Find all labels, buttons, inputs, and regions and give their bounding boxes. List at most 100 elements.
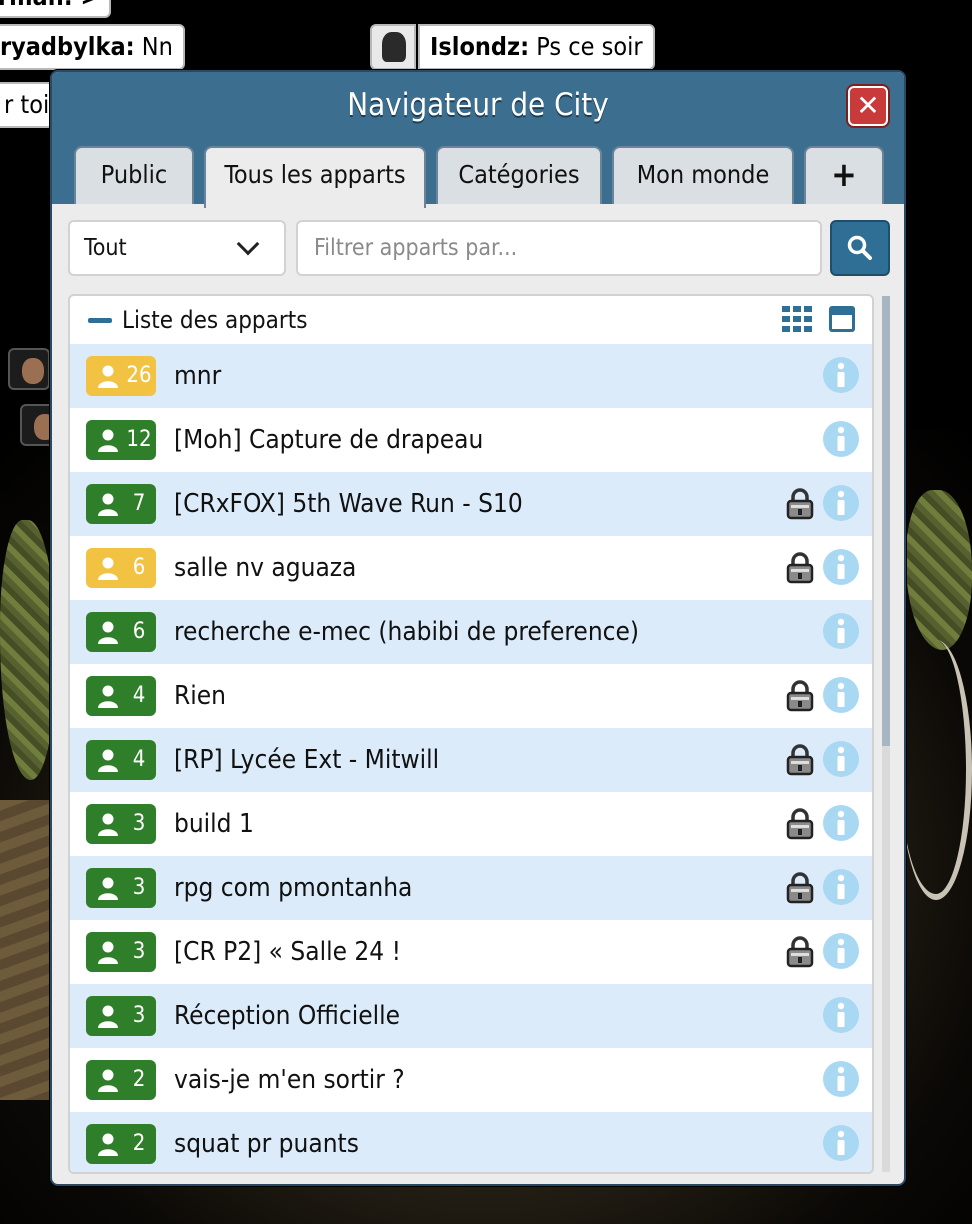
tab-all-rooms[interactable]: Tous les apparts (204, 146, 426, 208)
user-icon (98, 493, 118, 516)
search-icon (847, 235, 872, 260)
tab-add[interactable]: + (804, 146, 884, 204)
user-icon (98, 1005, 118, 1028)
info-icon[interactable] (822, 548, 860, 586)
room-row[interactable]: 12 [Moh] Capture de drapeau (70, 408, 872, 472)
room-name[interactable]: salle nv aguaza (174, 536, 356, 600)
window-header[interactable]: Navigateur de City ✕ Public Tous les app… (52, 72, 904, 208)
search-input[interactable] (296, 220, 822, 276)
lock-icon (786, 936, 814, 968)
user-count-badge: 2 (86, 1060, 156, 1100)
info-icon[interactable] (822, 932, 860, 970)
chat-username[interactable]: ryadbylka: (0, 32, 135, 61)
user-count-badge: 4 (86, 676, 156, 716)
avatar[interactable] (8, 348, 50, 390)
tab-my-world[interactable]: Mon monde (612, 146, 794, 204)
user-count: 26 (126, 363, 152, 388)
search-button[interactable] (830, 220, 890, 276)
filter-dropdown[interactable]: Tout (68, 220, 286, 276)
user-icon (98, 1133, 118, 1156)
info-icon[interactable] (822, 1060, 860, 1098)
info-icon[interactable] (822, 996, 860, 1034)
info-icon[interactable] (822, 804, 860, 842)
room-row[interactable]: 4 Rien (70, 664, 872, 728)
room-name[interactable]: Réception Officielle (174, 984, 400, 1048)
collapse-icon[interactable] (88, 318, 112, 323)
lock-icon (786, 744, 814, 776)
user-count: 3 (132, 875, 146, 900)
user-icon (98, 941, 118, 964)
chat-message: r toi (4, 90, 50, 119)
info-icon[interactable] (822, 356, 860, 394)
user-count: 7 (132, 491, 146, 516)
list-header: Liste des apparts (70, 296, 872, 344)
chat-bubble: ryadbylka: Nn (0, 24, 185, 70)
chat-message: Ps ce soir (536, 32, 643, 61)
chat-username[interactable]: Islondz: (430, 32, 529, 61)
info-icon[interactable] (822, 868, 860, 906)
room-name[interactable]: [CR P2] « Salle 24 ! (174, 920, 401, 984)
user-icon (98, 429, 118, 452)
user-icon (98, 1069, 118, 1092)
info-icon[interactable] (822, 676, 860, 714)
room-name[interactable]: rpg com pmontanha (174, 856, 412, 920)
room-row[interactable]: 3 [CR P2] « Salle 24 ! (70, 920, 872, 984)
lock-icon (786, 680, 814, 712)
tab-categories[interactable]: Catégories (436, 146, 602, 204)
close-button[interactable]: ✕ (848, 86, 888, 126)
user-count-badge: 3 (86, 932, 156, 972)
room-name[interactable]: Rien (174, 664, 226, 728)
user-icon (98, 557, 118, 580)
room-row[interactable]: 2 vais-je m'en sortir ? (70, 1048, 872, 1112)
room-name[interactable]: build 1 (174, 792, 254, 856)
room-name[interactable]: mnr (174, 344, 221, 408)
user-count-badge: 3 (86, 996, 156, 1036)
info-icon[interactable] (822, 1124, 860, 1162)
user-count-badge: 3 (86, 868, 156, 908)
room-name[interactable]: [CRxFOX] 5th Wave Run - S10 (174, 472, 523, 536)
room-name[interactable]: recherche e-mec (habibi de preference) (174, 600, 639, 664)
room-row[interactable]: 6 salle nv aguaza (70, 536, 872, 600)
user-count-badge: 12 (86, 420, 156, 460)
info-icon[interactable] (822, 420, 860, 458)
grid-view-icon[interactable] (782, 306, 812, 332)
user-icon (98, 813, 118, 836)
room-rim (900, 640, 972, 900)
list-title: Liste des apparts (122, 306, 308, 334)
filter-selected-value: Tout (84, 235, 127, 261)
user-icon (98, 749, 118, 772)
chat-message: Nn (141, 32, 173, 61)
user-count: 6 (132, 619, 146, 644)
scrollbar[interactable] (882, 296, 890, 1172)
room-row[interactable]: 7 [CRxFOX] 5th Wave Run - S10 (70, 472, 872, 536)
room-row[interactable]: 6 recherche e-mec (habibi de preference) (70, 600, 872, 664)
room-name[interactable]: squat pr puants (174, 1112, 359, 1172)
info-icon[interactable] (822, 740, 860, 778)
lock-icon (786, 488, 814, 520)
user-count: 2 (132, 1131, 146, 1156)
info-icon[interactable] (822, 484, 860, 522)
user-count: 3 (132, 939, 146, 964)
room-list-panel: Liste des apparts 26 mnr 12 [Moh] Capture d… (68, 294, 874, 1174)
user-count: 2 (132, 1067, 146, 1092)
room-row[interactable]: 3 rpg com pmontanha (70, 856, 872, 920)
room-name[interactable]: vais-je m'en sortir ? (174, 1048, 405, 1112)
room-row[interactable]: 4 [RP] Lycée Ext - Mitwill (70, 728, 872, 792)
room-row[interactable]: 3 Réception Officielle (70, 984, 872, 1048)
user-count-badge: 6 (86, 612, 156, 652)
room-name[interactable]: [Moh] Capture de drapeau (174, 408, 483, 472)
tab-public[interactable]: Public (74, 146, 194, 204)
navigator-window[interactable]: Navigateur de City ✕ Public Tous les app… (50, 70, 906, 1186)
scrollbar-thumb[interactable] (882, 296, 890, 746)
window-title: Navigateur de City (347, 87, 609, 123)
lock-icon (786, 552, 814, 584)
info-icon[interactable] (822, 612, 860, 650)
row-view-icon[interactable] (828, 305, 856, 333)
user-count-badge: 26 (86, 356, 156, 396)
room-row[interactable]: 3 build 1 (70, 792, 872, 856)
room-row[interactable]: 2 squat pr puants (70, 1112, 872, 1172)
room-row[interactable]: 26 mnr (70, 344, 872, 408)
chat-avatar[interactable] (370, 24, 416, 70)
user-count-badge: 3 (86, 804, 156, 844)
room-name[interactable]: [RP] Lycée Ext - Mitwill (174, 728, 439, 792)
